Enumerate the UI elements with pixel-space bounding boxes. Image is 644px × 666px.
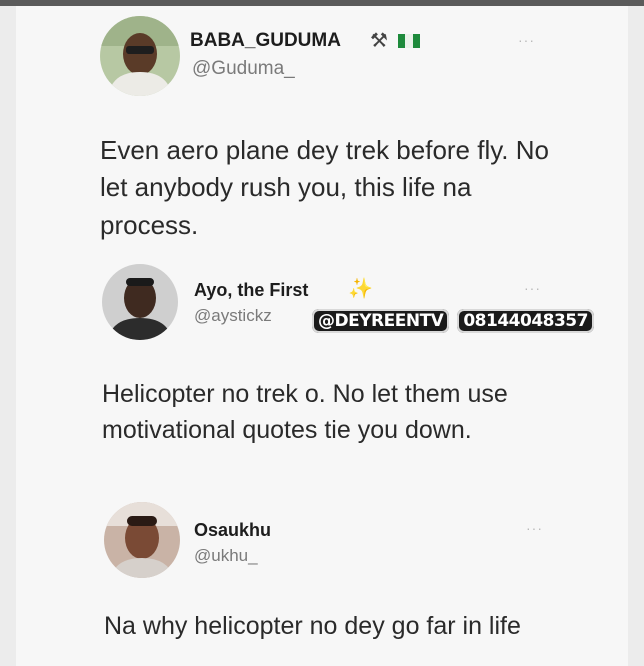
more-options-icon[interactable]: ··· <box>526 520 543 536</box>
watermark-brand: @DEYREENTV <box>312 309 450 333</box>
more-options-icon[interactable]: ··· <box>524 280 541 296</box>
avatar-osaukhu[interactable] <box>104 502 180 578</box>
tweet-text: Na why helicopter no dey go far in life <box>104 612 521 640</box>
avatar-baba-guduma[interactable] <box>100 16 180 96</box>
nigeria-flag-icon <box>398 34 420 48</box>
author-name[interactable]: Osaukhu <box>194 520 271 541</box>
more-options-icon[interactable]: ··· <box>518 32 535 48</box>
watermark: @DEYREENTV 08144048357 <box>312 309 594 333</box>
author-handle[interactable]: @ukhu_ <box>194 546 258 566</box>
author-name[interactable]: Ayo, the First <box>194 280 308 301</box>
author-handle[interactable]: @Guduma_ <box>192 58 295 80</box>
avatar-ayo-the-first[interactable] <box>102 264 178 340</box>
hammer-pick-icon: ⚒ <box>370 28 388 52</box>
sparkles-icon: ✨ <box>348 276 373 300</box>
author-handle[interactable]: @aystickz <box>194 306 272 326</box>
tweet-text: Helicopter no trek o. No let them use mo… <box>102 380 508 444</box>
author-name[interactable]: BABA_GUDUMA <box>190 30 341 52</box>
watermark-phone: 08144048357 <box>457 309 594 333</box>
tweet-text: Even aero plane dey trek before fly. No … <box>100 135 549 240</box>
tweet-thread-card: BABA_GUDUMA ⚒ @Guduma_ ··· Even aero pla… <box>16 6 628 666</box>
